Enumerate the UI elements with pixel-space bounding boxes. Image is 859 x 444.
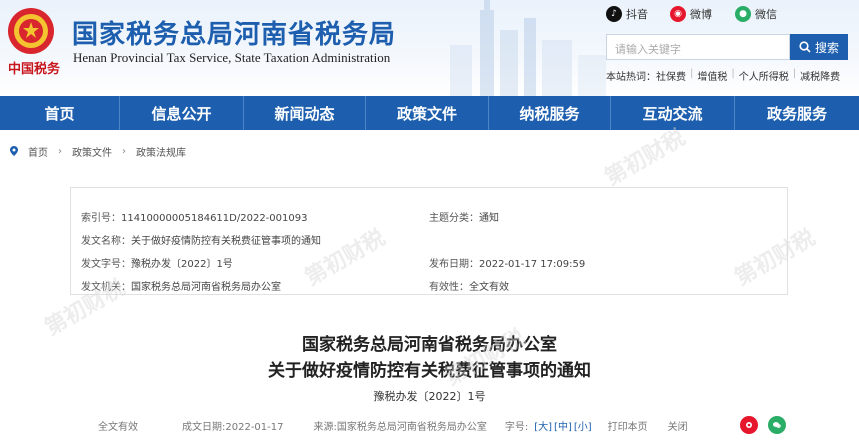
social-label: 抖音: [626, 8, 648, 21]
font-size-medium[interactable]: [中]: [554, 418, 572, 433]
meta-validity-value: 全文有效: [469, 282, 509, 293]
meta-pubdate-value: 2022-01-17 17:09:59: [479, 259, 586, 270]
meta-agency-value: 国家税务总局河南省税务局办公室: [131, 282, 281, 293]
meta-index: 索引号：11410000005184611D/2022-001093: [81, 209, 307, 224]
chevron-right-icon: ›: [122, 145, 126, 157]
footer-source: 来源:国家税务总局河南省税务局办公室: [313, 421, 487, 433]
location-pin-icon: [10, 146, 18, 156]
close-link[interactable]: 关闭: [668, 418, 688, 433]
nav-gov-service[interactable]: 政务服务: [735, 96, 859, 130]
social-wechat[interactable]: ● 微信: [735, 6, 777, 22]
meta-category-label: 主题分类：: [429, 213, 479, 224]
meta-category: 主题分类：通知: [429, 209, 499, 224]
weibo-icon: ◉: [670, 6, 686, 22]
meta-docno-value: 豫税办发〔2022〕1号: [131, 259, 233, 270]
hot-word-link[interactable]: 增值税: [697, 68, 727, 83]
breadcrumb-home[interactable]: 首页: [28, 144, 48, 159]
meta-agency-label: 发文机关：: [81, 282, 131, 293]
nav-interaction[interactable]: 互动交流: [611, 96, 735, 130]
document-meta-box: 索引号：11410000005184611D/2022-001093 主题分类：…: [70, 187, 788, 295]
meta-docname-label: 发文名称：: [81, 236, 131, 247]
wechat-icon: ●: [735, 6, 751, 22]
chevron-right-icon: ›: [58, 145, 62, 157]
meta-validity-label: 有效性：: [429, 282, 469, 293]
meta-docno-label: 发文字号：: [81, 259, 131, 270]
social-weibo[interactable]: ◉ 微博: [670, 6, 712, 22]
hot-words: 本站热词： 社保费 | 增值税 | 个人所得税 | 减税降费: [606, 68, 841, 83]
font-size-large[interactable]: [大]: [534, 418, 552, 433]
breadcrumb-policy-docs[interactable]: 政策文件: [72, 144, 112, 159]
footer-validity: 全文有效: [98, 421, 138, 433]
search-icon: [799, 41, 811, 53]
meta-pubdate-label: 发布日期：: [429, 259, 479, 270]
hot-word-link[interactable]: 减税降费: [800, 68, 840, 83]
meta-index-label: 索引号：: [81, 213, 121, 224]
douyin-icon: ♪: [606, 6, 622, 22]
search-input[interactable]: 请输入关键字: [606, 34, 790, 60]
article-title-line2: 关于做好疫情防控有关税费征管事项的通知: [268, 361, 591, 381]
breadcrumb-policy-library[interactable]: 政策法规库: [136, 144, 186, 159]
share-weibo-icon[interactable]: [740, 416, 758, 434]
meta-category-value: 通知: [479, 213, 499, 224]
meta-validity: 有效性：全文有效: [429, 278, 509, 293]
meta-agency: 发文机关：国家税务总局河南省税务局办公室: [81, 278, 281, 293]
nav-info-disclosure[interactable]: 信息公开: [120, 96, 244, 130]
tax-emblem-logo: [8, 8, 54, 54]
city-skyline-illustration: [450, 0, 606, 96]
meta-docname: 发文名称：关于做好疫情防控有关税费征管事项的通知: [81, 232, 321, 247]
hot-words-prefix: 本站热词：: [606, 72, 656, 83]
hot-word-link[interactable]: 个人所得税: [739, 68, 789, 83]
nav-news[interactable]: 新闻动态: [244, 96, 366, 130]
social-label: 微信: [755, 8, 777, 21]
search-button[interactable]: 搜索: [790, 34, 848, 60]
breadcrumb: 首页 › 政策文件 › 政策法规库: [0, 130, 859, 172]
share-wechat-icon[interactable]: [768, 416, 786, 434]
site-subtitle: Henan Provincial Tax Service, State Taxa…: [73, 50, 391, 65]
meta-docno: 发文字号：豫税办发〔2022〕1号: [81, 255, 233, 270]
print-link[interactable]: 打印本页: [608, 418, 648, 433]
social-douyin[interactable]: ♪ 抖音: [606, 6, 648, 22]
site-title[interactable]: 国家税务总局河南省税务局: [72, 14, 396, 51]
hot-word-link[interactable]: 社保费: [656, 68, 686, 83]
nav-home[interactable]: 首页: [0, 96, 120, 130]
meta-pubdate: 发布日期：2022-01-17 17:09:59: [429, 255, 585, 270]
article-title-line1: 国家税务总局河南省税务局办公室: [302, 335, 557, 355]
search-button-label: 搜索: [814, 40, 839, 55]
site-header: 中国税务 国家税务总局河南省税务局 Henan Provincial Tax S…: [0, 0, 859, 96]
nav-tax-service[interactable]: 纳税服务: [489, 96, 611, 130]
social-label: 微博: [690, 8, 712, 21]
meta-docname-value: 关于做好疫情防控有关税费征管事项的通知: [131, 236, 321, 247]
nav-policy-docs[interactable]: 政策文件: [366, 96, 489, 130]
meta-index-value: 11410000005184611D/2022-001093: [121, 213, 308, 224]
main-nav: 首页 信息公开 新闻动态 政策文件 纳税服务 互动交流 政务服务: [0, 96, 859, 130]
article-doc-number: 豫税办发〔2022〕1号: [373, 390, 486, 403]
font-size-small[interactable]: [小]: [574, 418, 592, 433]
font-size-label: 字号:: [504, 421, 529, 433]
brand-calligraphy-text: 中国税务: [8, 62, 61, 77]
article-info-bar: 全文有效 成文日期:2022-01-17 来源:国家税务总局河南省税务局办公室 …: [70, 410, 788, 440]
footer-date: 成文日期:2022-01-17: [182, 421, 284, 433]
